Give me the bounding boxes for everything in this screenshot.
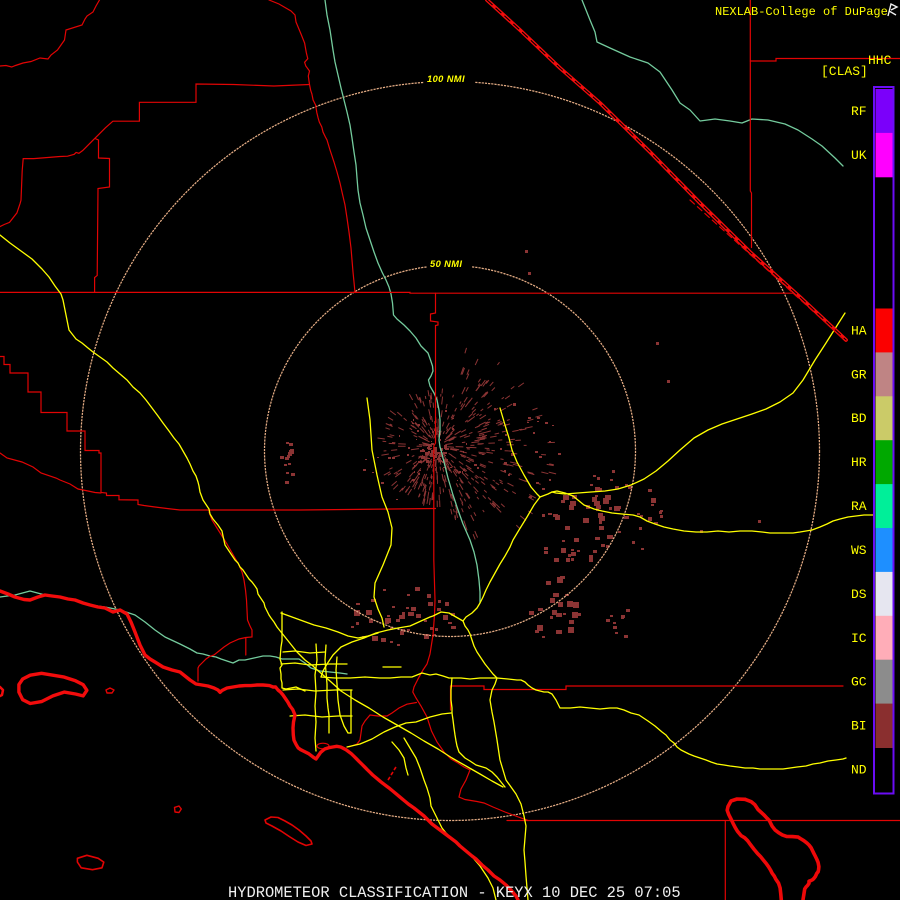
svg-text:DS: DS — [851, 587, 867, 602]
svg-text:[CLAS]: [CLAS] — [821, 64, 868, 79]
svg-text:HR: HR — [851, 455, 867, 470]
svg-text:HA: HA — [851, 323, 867, 338]
svg-text:GC: GC — [851, 675, 867, 690]
svg-text:50 NMI: 50 NMI — [430, 259, 462, 269]
svg-text:100 NMI: 100 NMI — [427, 74, 465, 84]
svg-text:WS: WS — [851, 543, 867, 558]
svg-text:BI: BI — [851, 719, 867, 734]
svg-text:NEXLAB-College of DuPage: NEXLAB-College of DuPage — [715, 5, 888, 19]
svg-text:RA: RA — [851, 499, 867, 514]
svg-text:BD: BD — [851, 411, 867, 426]
svg-text:UK: UK — [851, 148, 867, 163]
svg-text:ND: ND — [851, 763, 867, 778]
svg-text:IC: IC — [851, 631, 867, 646]
svg-text:HHC: HHC — [868, 53, 892, 68]
svg-text:RF: RF — [851, 104, 867, 119]
svg-text:GR: GR — [851, 367, 867, 382]
svg-text:HYDROMETEOR CLASSIFICATION - K: HYDROMETEOR CLASSIFICATION - KEYX 10 DEC… — [228, 884, 681, 900]
